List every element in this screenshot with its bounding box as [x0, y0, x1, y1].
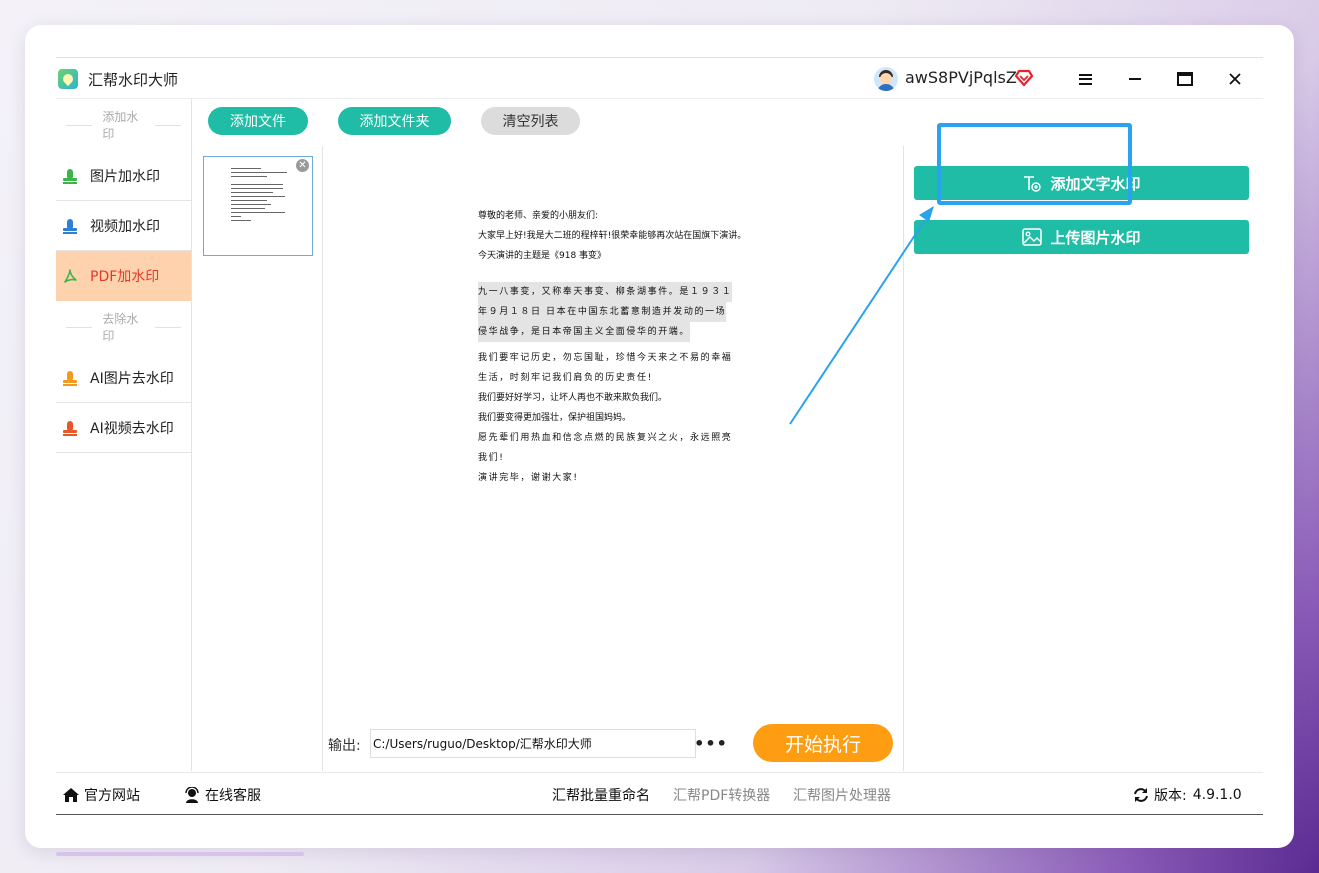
sidebar-item-label: AI图片去水印: [90, 370, 174, 387]
avatar[interactable]: [874, 67, 898, 91]
button-label: 添加文字水印: [1050, 174, 1141, 193]
section-header-add: 添加水印: [56, 99, 191, 151]
doc-line: 侵华战争，是日本帝国主义全面侵华的开端。: [478, 322, 691, 342]
stamp-icon: [62, 370, 78, 386]
browse-button[interactable]: •••: [694, 730, 727, 756]
file-thumbnail[interactable]: ✕: [203, 156, 313, 256]
doc-line: 尊敬的老师、亲爱的小朋友们:: [478, 211, 599, 221]
doc-line: 我们要变得更加强壮，保护祖国妈妈。: [478, 413, 632, 423]
footer: 官方网站 在线客服 汇帮批量重命名 汇帮PDF转换器 汇帮图片处理器 版本: 4…: [56, 772, 1263, 815]
file-list: ✕: [192, 146, 323, 771]
pdf-preview: 尊敬的老师、亲爱的小朋友们: 大家早上好!我是大二班的程梓轩!很荣幸能够再次站在…: [323, 146, 903, 771]
output-label: 输出:: [328, 738, 361, 754]
sidebar: 添加水印 图片加水印 视频加水印 PDF加水印 去除水印 AI图片去水印 AI视…: [56, 99, 192, 771]
text-add-icon: [1024, 176, 1042, 192]
watermark-panel: 添加文字水印 上传图片水印: [903, 146, 1263, 771]
sidebar-item-label: PDF加水印: [90, 269, 160, 285]
home-icon: [63, 788, 79, 802]
doc-line: 今天演讲的主题是《918 事变》: [478, 251, 607, 261]
pdf-converter-link[interactable]: 汇帮PDF转换器: [673, 785, 770, 805]
footer-link-label: 在线客服: [205, 788, 261, 804]
section-header-remove: 去除水印: [56, 301, 191, 353]
menu-icon[interactable]: [1072, 66, 1098, 92]
add-file-button[interactable]: 添加文件: [208, 107, 308, 135]
doc-line: 演讲完毕，谢谢大家!: [478, 473, 579, 483]
taskbar-strip: [56, 852, 304, 856]
add-text-watermark-button[interactable]: 添加文字水印: [914, 166, 1249, 200]
username[interactable]: awS8PVjPqlsZ: [905, 68, 1017, 87]
document-page: 尊敬的老师、亲爱的小朋友们: 大家早上好!我是大二班的程梓轩!很荣幸能够再次站在…: [478, 206, 768, 488]
support-agent-icon: [185, 787, 199, 803]
highlighted-paragraph: 九一八事变，又称奉天事变、柳条湖事件。是１９３１ 年９月１８日 日本在中国东北蓄…: [478, 282, 768, 342]
clear-list-button[interactable]: 清空列表: [481, 107, 580, 135]
vip-diamond-icon[interactable]: [1014, 68, 1034, 88]
footer-link-label: 官方网站: [84, 788, 140, 804]
sidebar-item-video-watermark[interactable]: 视频加水印: [56, 201, 191, 251]
sidebar-item-ai-image-remove[interactable]: AI图片去水印: [56, 353, 191, 403]
stamp-icon: [62, 218, 78, 234]
doc-line: 年９月１８日 日本在中国东北蓄意制造并发动的一场: [478, 302, 727, 322]
add-folder-button[interactable]: 添加文件夹: [338, 107, 451, 135]
version-number: 4.9.1.0: [1192, 787, 1242, 803]
official-website-link[interactable]: 官方网站: [62, 785, 140, 805]
sidebar-item-label: AI视频去水印: [90, 420, 174, 437]
image-processor-link[interactable]: 汇帮图片处理器: [793, 785, 891, 805]
remove-file-icon[interactable]: ✕: [296, 159, 309, 172]
doc-line: 九一八事变，又称奉天事变、柳条湖事件。是１９３１: [478, 282, 733, 302]
online-service-link[interactable]: 在线客服: [183, 785, 261, 805]
rename-tool-link[interactable]: 汇帮批量重命名: [552, 785, 650, 805]
doc-line: 愿先辈们用热血和信念点燃的民族复兴之火，永远照亮: [478, 433, 733, 443]
refresh-icon: [1134, 788, 1148, 802]
output-path-input[interactable]: [370, 729, 696, 758]
start-button[interactable]: 开始执行: [753, 724, 893, 762]
close-icon[interactable]: [1222, 66, 1248, 92]
doc-line: 我们!: [478, 453, 505, 463]
doc-line: 我们要好好学习，让坏人再也不敢来欺负我们。: [478, 393, 668, 403]
pdf-icon: [64, 269, 77, 283]
app-window: 汇帮水印大师 awS8PVjPqlsZ 添加水印 图片加水印 视频加水印 PDF…: [56, 57, 1263, 817]
version-info[interactable]: 版本: 4.9.1.0: [1132, 785, 1242, 805]
doc-line: 大家早上好!我是大二班的程梓轩!很荣幸能够再次站在国旗下演讲。: [478, 231, 747, 241]
button-label: 上传图片水印: [1050, 228, 1141, 247]
title-bar: 汇帮水印大师 awS8PVjPqlsZ: [56, 58, 1263, 99]
stamp-icon: [62, 168, 78, 184]
sidebar-item-label: 图片加水印: [90, 168, 160, 185]
maximize-icon[interactable]: [1172, 66, 1198, 92]
app-title: 汇帮水印大师: [88, 71, 179, 89]
sidebar-item-pdf-watermark[interactable]: PDF加水印: [56, 251, 191, 301]
minimize-icon[interactable]: [1122, 66, 1148, 92]
image-icon: [1022, 228, 1043, 246]
doc-line: 生活，时刻牢记我们肩负的历史责任!: [478, 373, 653, 383]
doc-line: 我们要牢记历史，勿忘国耻，珍惜今天来之不易的幸福: [478, 353, 733, 363]
sidebar-item-label: 视频加水印: [90, 218, 160, 235]
version-label: 版本:: [1154, 788, 1187, 804]
thumbnail-page-preview: [231, 168, 287, 224]
sidebar-item-image-watermark[interactable]: 图片加水印: [56, 151, 191, 201]
sidebar-item-ai-video-remove[interactable]: AI视频去水印: [56, 403, 191, 453]
stamp-icon: [62, 420, 78, 436]
app-logo-icon: [58, 69, 78, 89]
upload-image-watermark-button[interactable]: 上传图片水印: [914, 220, 1249, 254]
